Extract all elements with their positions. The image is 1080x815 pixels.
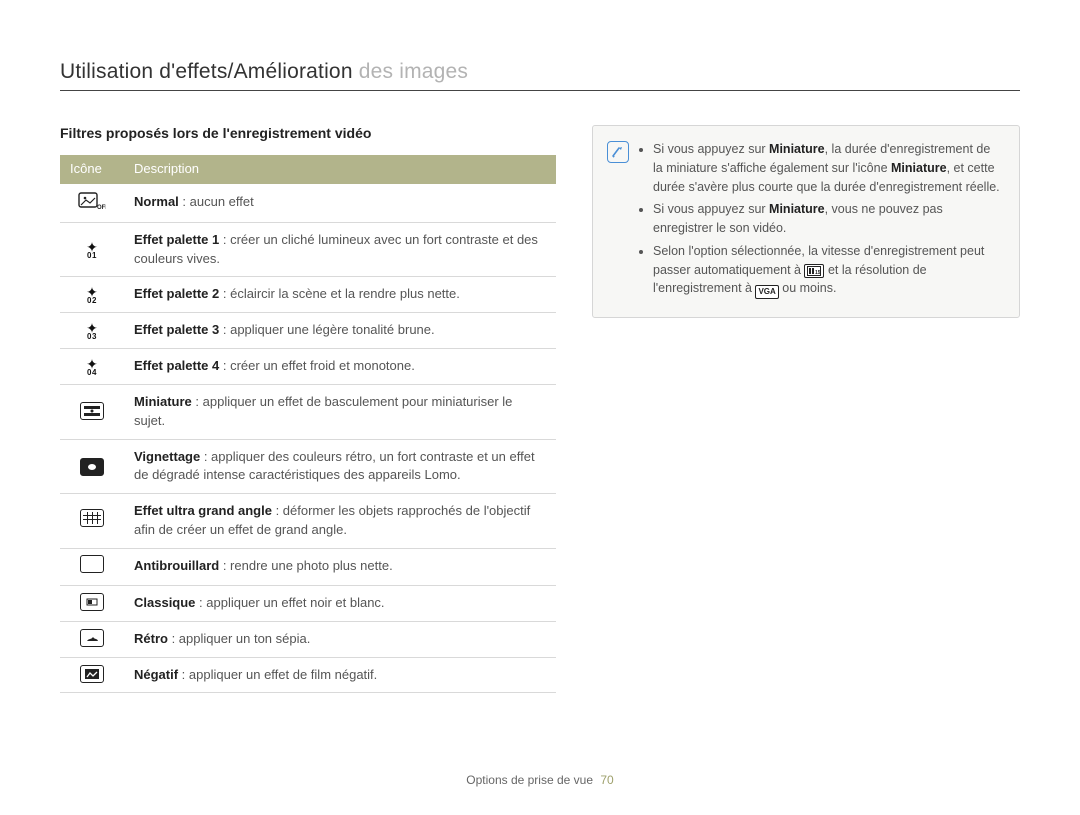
page-footer: Options de prise de vue 70 xyxy=(0,773,1080,787)
description-cell: Miniature : appliquer un effet de bascul… xyxy=(124,384,556,439)
description-cell: Vignettage : appliquer des couleurs rétr… xyxy=(124,439,556,494)
icon-cell: ✦02 xyxy=(60,277,124,313)
icon-cell xyxy=(60,657,124,693)
description-cell: Normal : aucun effet xyxy=(124,184,556,222)
filter-name: Négatif xyxy=(134,667,178,682)
note-bold: Miniature xyxy=(769,142,825,156)
col-header-icon: Icône xyxy=(60,155,124,184)
description-cell: Rétro : appliquer un ton sépia. xyxy=(124,621,556,657)
description-cell: Effet palette 3 : appliquer une légère t… xyxy=(124,313,556,349)
note-bold: Miniature xyxy=(769,202,825,216)
section-heading: Filtres proposés lors de l'enregistremen… xyxy=(60,125,556,141)
filter-name: Effet palette 4 xyxy=(134,358,219,373)
vignette-icon xyxy=(80,458,104,476)
note-box: Si vous appuyez sur Miniature, la durée … xyxy=(592,125,1020,318)
filter-name: Effet palette 3 xyxy=(134,322,219,337)
description-cell: Effet ultra grand angle : déformer les o… xyxy=(124,494,556,549)
icon-cell xyxy=(60,548,124,585)
filter-name: Classique xyxy=(134,595,195,610)
filter-desc: : appliquer un ton sépia. xyxy=(168,631,310,646)
classic-icon xyxy=(80,593,104,611)
miniature-icon xyxy=(80,402,104,420)
title-divider xyxy=(60,90,1020,91)
icon-cell xyxy=(60,621,124,657)
icon-cell: ✦01 xyxy=(60,222,124,277)
description-cell: Négatif : appliquer un effet de film nég… xyxy=(124,657,556,693)
svg-text:15: 15 xyxy=(815,270,821,276)
icon-cell: ✦03 xyxy=(60,313,124,349)
filter-desc: : éclaircir la scène et la rendre plus n… xyxy=(219,286,460,301)
note-item: Si vous appuyez sur Miniature, la durée … xyxy=(653,140,1003,196)
icon-cell: ✦04 xyxy=(60,349,124,385)
fps-icon: 15 xyxy=(804,264,824,278)
description-cell: Effet palette 2 : éclaircir la scène et … xyxy=(124,277,556,313)
filter-desc: : aucun effet xyxy=(179,194,254,209)
icon-cell xyxy=(60,439,124,494)
filter-name: Effet ultra grand angle xyxy=(134,503,272,518)
note-item: Si vous appuyez sur Miniature, vous ne p… xyxy=(653,200,1003,238)
description-cell: Classique : appliquer un effet noir et b… xyxy=(124,585,556,621)
table-row: ✦01 Effet palette 1 : créer un cliché lum… xyxy=(60,222,556,277)
icon-cell: OFF xyxy=(60,184,124,222)
palette-4-icon: ✦04 xyxy=(86,357,98,377)
filter-name: Effet palette 2 xyxy=(134,286,219,301)
table-row: ✦02 Effet palette 2 : éclaircir la scène … xyxy=(60,277,556,313)
retro-icon xyxy=(80,629,104,647)
page-title-strong: Utilisation d'effets/Amélioration xyxy=(60,60,359,83)
palette-2-icon: ✦02 xyxy=(86,285,98,305)
filter-name: Effet palette 1 xyxy=(134,232,219,247)
negative-icon xyxy=(80,665,104,683)
filter-desc: : rendre une photo plus nette. xyxy=(219,558,392,573)
filters-table: Icône Description OFF Normal : aucun effe… xyxy=(60,155,556,693)
table-row: Antibrouillard : rendre une photo plus n… xyxy=(60,548,556,585)
svg-text:OFF: OFF xyxy=(97,205,106,210)
note-icon xyxy=(607,141,629,163)
table-row: Vignettage : appliquer des couleurs rétr… xyxy=(60,439,556,494)
icon-cell xyxy=(60,585,124,621)
icon-cell xyxy=(60,494,124,549)
filter-name: Rétro xyxy=(134,631,168,646)
table-row: ✦03 Effet palette 3 : appliquer une légèr… xyxy=(60,313,556,349)
note-item: Selon l'option sélectionnée, la vitesse … xyxy=(653,242,1003,300)
table-row: Miniature : appliquer un effet de bascul… xyxy=(60,384,556,439)
footer-section: Options de prise de vue xyxy=(466,773,593,787)
defog-icon xyxy=(80,555,104,573)
filter-name: Vignettage xyxy=(134,449,200,464)
filter-desc: : appliquer un effet noir et blanc. xyxy=(195,595,384,610)
table-row: Classique : appliquer un effet noir et b… xyxy=(60,585,556,621)
note-bold: Miniature xyxy=(891,161,947,175)
filter-off-icon: OFF xyxy=(78,190,106,210)
note-list: Si vous appuyez sur Miniature, la durée … xyxy=(639,140,1003,303)
vga-icon: VGA xyxy=(755,285,778,299)
table-row: Négatif : appliquer un effet de film nég… xyxy=(60,657,556,693)
palette-1-icon: ✦01 xyxy=(86,240,98,260)
filter-desc: : appliquer une légère tonalité brune. xyxy=(219,322,434,337)
description-cell: Antibrouillard : rendre une photo plus n… xyxy=(124,548,556,585)
palette-3-icon: ✦03 xyxy=(86,321,98,341)
table-row: Rétro : appliquer un ton sépia. xyxy=(60,621,556,657)
table-row: ✦04 Effet palette 4 : créer un effet froi… xyxy=(60,349,556,385)
filter-name: Miniature xyxy=(134,394,192,409)
fisheye-icon xyxy=(80,509,104,527)
filter-desc: : appliquer un effet de film négatif. xyxy=(178,667,377,682)
filter-name: Antibrouillard xyxy=(134,558,219,573)
table-row: Effet ultra grand angle : déformer les o… xyxy=(60,494,556,549)
footer-page-number: 70 xyxy=(600,773,613,787)
page-title-dim: des images xyxy=(359,60,468,83)
col-header-description: Description xyxy=(124,155,556,184)
table-row: OFF Normal : aucun effet xyxy=(60,184,556,222)
page-title: Utilisation d'effets/Amélioration des im… xyxy=(60,60,1020,84)
description-cell: Effet palette 1 : créer un cliché lumine… xyxy=(124,222,556,277)
filter-desc: : créer un effet froid et monotone. xyxy=(219,358,415,373)
filter-name: Normal xyxy=(134,194,179,209)
description-cell: Effet palette 4 : créer un effet froid e… xyxy=(124,349,556,385)
icon-cell xyxy=(60,384,124,439)
